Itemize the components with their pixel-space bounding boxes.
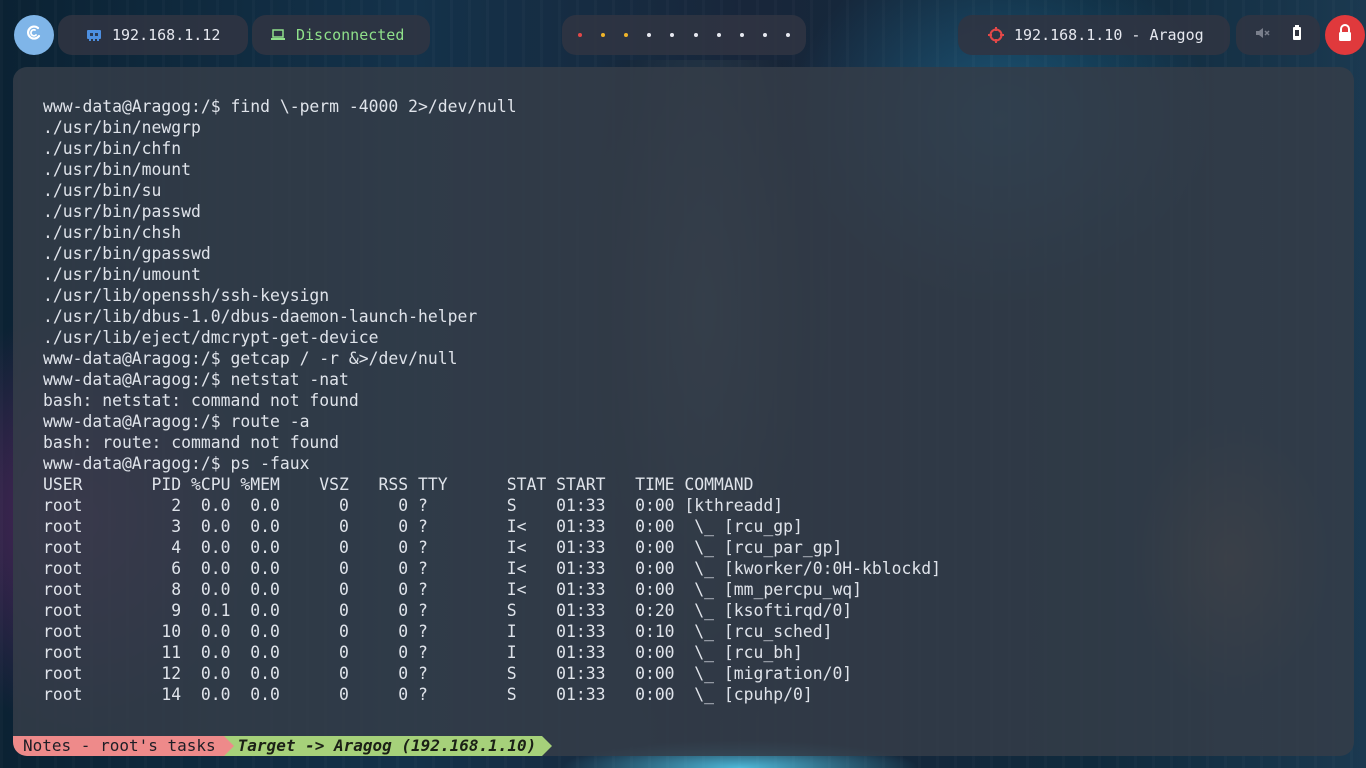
terminal-line: www-data@Aragog:/$ getcap / -r &>/dev/nu…	[43, 349, 458, 368]
workspace-dot-9[interactable]	[763, 33, 768, 37]
vpn-status-text: Disconnected	[296, 26, 405, 44]
terminal-line: root 6 0.0 0.0 0 0 ? I< 01:33 0:00 \_ [k…	[43, 559, 941, 578]
terminal-line: ./usr/lib/eject/dmcrypt-get-device	[43, 328, 379, 347]
terminal-output: www-data@Aragog:/$ find \-perm -4000 2>/…	[43, 96, 1334, 705]
terminal-line: www-data@Aragog:/$ netstat -nat	[43, 370, 349, 389]
terminal-line: ./usr/lib/openssh/ssh-keysign	[43, 286, 330, 305]
terminal-line: root 11 0.0 0.0 0 0 ? I 01:33 0:00 \_ [r…	[43, 643, 803, 662]
terminal-line: ./usr/bin/newgrp	[43, 118, 201, 137]
terminal-line: root 4 0.0 0.0 0 0 ? I< 01:33 0:00 \_ [r…	[43, 538, 843, 557]
workspace-dot-6[interactable]	[693, 33, 698, 37]
status-notes-segment: Notes - root's tasks	[13, 736, 224, 756]
laptop-icon	[270, 28, 286, 42]
status-separator-arrow	[223, 736, 234, 756]
terminal-line: ./usr/bin/mount	[43, 160, 192, 179]
terminal-line: root 14 0.0 0.0 0 0 ? S 01:33 0:00 \_ [c…	[43, 685, 813, 704]
terminal-line: root 3 0.0 0.0 0 0 ? I< 01:33 0:00 \_ [r…	[43, 517, 803, 536]
terminal-line: bash: netstat: command not found	[43, 391, 359, 410]
crosshair-icon	[988, 27, 1004, 43]
terminal-line: ./usr/bin/umount	[43, 265, 201, 284]
terminal-line: ./usr/bin/su	[43, 181, 162, 200]
terminal-window[interactable]: www-data@Aragog:/$ find \-perm -4000 2>/…	[13, 67, 1354, 756]
tmux-status-bar: Notes - root's tasks Target -> Aragog (1…	[13, 736, 1354, 756]
host-ip-widget[interactable]: 192.168.1.12	[58, 15, 248, 55]
lock-button[interactable]	[1325, 15, 1365, 55]
terminal-line: ./usr/bin/chsh	[43, 223, 182, 242]
workspace-dot-7[interactable]	[716, 33, 721, 37]
volume-muted-icon[interactable]	[1255, 26, 1271, 44]
workspace-dot-4[interactable]	[647, 33, 652, 37]
terminal-line: root 12 0.0 0.0 0 0 ? S 01:33 0:00 \_ [m…	[43, 664, 853, 683]
target-widget[interactable]: 192.168.1.10 - Aragog	[958, 15, 1230, 55]
workspace-dot-8[interactable]	[739, 33, 744, 37]
workspace-dot-2[interactable]	[600, 33, 605, 37]
terminal-line: www-data@Aragog:/$ find \-perm -4000 2>/…	[43, 97, 517, 116]
terminal-line: ./usr/lib/dbus-1.0/dbus-daemon-launch-he…	[43, 307, 478, 326]
status-target-segment: Target -> Aragog (192.168.1.10)	[233, 736, 543, 756]
terminal-line: www-data@Aragog:/$ route -a	[43, 412, 310, 431]
terminal-line: USER PID %CPU %MEM VSZ RSS TTY STAT STAR…	[43, 475, 754, 494]
vpn-status-widget[interactable]: Disconnected	[252, 15, 430, 55]
terminal-line: root 2 0.0 0.0 0 0 ? S 01:33 0:00 [kthre…	[43, 496, 784, 515]
debian-swirl-icon	[23, 22, 45, 48]
terminal-line: ./usr/bin/gpasswd	[43, 244, 211, 263]
terminal-line: ./usr/bin/chfn	[43, 139, 182, 158]
system-tray	[1236, 15, 1320, 55]
host-ip-text: 192.168.1.12	[112, 26, 221, 44]
target-text: 192.168.1.10 - Aragog	[1014, 26, 1204, 44]
terminal-line: root 8 0.0 0.0 0 0 ? I< 01:33 0:00 \_ [m…	[43, 580, 863, 599]
workspace-indicator[interactable]	[562, 15, 806, 55]
workspace-dot-3[interactable]	[623, 33, 628, 37]
status-end-arrow	[542, 736, 553, 756]
network-card-icon	[86, 28, 102, 42]
terminal-line: ./usr/bin/passwd	[43, 202, 201, 221]
terminal-line: www-data@Aragog:/$ ps -faux	[43, 454, 310, 473]
terminal-line: bash: route: command not found	[43, 433, 340, 452]
workspace-dot-1[interactable]	[577, 33, 582, 37]
workspace-dot-10[interactable]	[786, 33, 791, 37]
terminal-line: root 10 0.0 0.0 0 0 ? I 01:33 0:10 \_ [r…	[43, 622, 833, 641]
lock-icon	[1337, 24, 1353, 46]
launcher-button[interactable]	[14, 15, 54, 55]
battery-icon[interactable]	[1292, 25, 1302, 45]
terminal-line: root 9 0.1 0.0 0 0 ? S 01:33 0:20 \_ [ks…	[43, 601, 853, 620]
workspace-dot-5[interactable]	[670, 33, 675, 37]
